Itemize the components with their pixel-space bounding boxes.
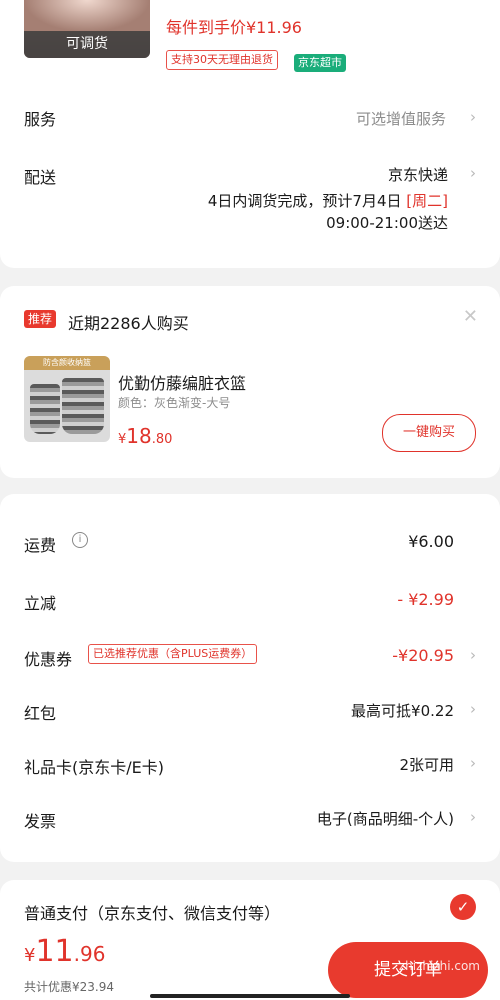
- recommend-title: 近期2286人购买: [68, 314, 189, 333]
- gift-card-value: 2张可用: [399, 756, 454, 774]
- red-packet-label: 红包: [24, 704, 57, 723]
- check-circle-icon[interactable]: ✓: [450, 894, 476, 920]
- shipping-fee-label: 运费: [24, 536, 57, 555]
- coupon-label: 优惠券: [24, 650, 73, 669]
- order-item-card: 可调货 每件到手价¥11.96 支持30天无理由退货 京东超市 服务 可选增值服…: [0, 0, 500, 268]
- recommend-product-image[interactable]: 防含颜收纳篮: [24, 356, 110, 442]
- recommendation-card: 推荐 近期2286人购买 ✕ 防含颜收纳篮 优勤仿藤编脏衣篮 颜色：灰色渐变-大…: [0, 286, 500, 478]
- shipping-fee-value: ¥6.00: [408, 532, 454, 551]
- delivery-carrier: 京东快递: [387, 166, 448, 184]
- image-caption: 防含颜收纳篮: [24, 356, 110, 370]
- chevron-right-icon: ›: [470, 108, 476, 126]
- delivery-eta: 4日内调货完成，预计7月4日 [周二]: [208, 190, 448, 211]
- submit-order-button[interactable]: 提交订单 zhizhizhi.com: [328, 942, 488, 998]
- chevron-right-icon: ›: [470, 164, 476, 182]
- chevron-right-icon: ›: [470, 808, 476, 826]
- unit-price: 每件到手价¥11.96: [166, 18, 302, 37]
- recommend-item-name[interactable]: 优勤仿藤编脏衣篮: [118, 370, 246, 394]
- discount-label: 立减: [24, 594, 57, 613]
- watermark: zhizhizhi.com: [398, 959, 480, 973]
- product-thumbnail[interactable]: 可调货: [24, 0, 150, 58]
- chevron-right-icon: ›: [470, 754, 476, 772]
- buy-now-button[interactable]: 一键购买: [382, 414, 476, 452]
- discount-value: - ¥2.99: [397, 590, 454, 609]
- delivery-eta-weekday: [周二]: [406, 192, 448, 210]
- recommend-price: ¥18.80: [118, 424, 173, 448]
- coupon-badge: 已选推荐优惠（含PLUS运费券）: [88, 644, 258, 664]
- delivery-label: 配送: [24, 168, 57, 187]
- recommend-tag: 推荐: [24, 310, 57, 328]
- delivery-eta-date: 4日内调货完成，预计7月4日: [207, 192, 402, 210]
- red-packet-value: 最高可抵¥0.22: [351, 702, 454, 720]
- total-saved: 共计优惠¥23.94: [24, 980, 114, 994]
- close-icon[interactable]: ✕: [463, 306, 478, 327]
- recommend-item-spec: 颜色：灰色渐变-大号: [118, 396, 231, 410]
- total-price: ¥11.96: [24, 934, 106, 969]
- coupon-value: -¥20.95: [392, 646, 454, 665]
- invoice-value: 电子(商品明细-个人): [316, 810, 454, 828]
- thumb-caption: 可调货: [24, 31, 150, 58]
- home-indicator: [150, 994, 350, 998]
- payment-method[interactable]: 普通支付（京东支付、微信支付等）: [24, 900, 280, 924]
- return-policy-badge: 支持30天无理由退货: [166, 50, 278, 70]
- invoice-label: 发票: [24, 812, 57, 831]
- service-label: 服务: [24, 110, 57, 129]
- gift-card-label: 礼品卡(京东卡/E卡): [24, 758, 164, 777]
- chevron-right-icon: ›: [470, 646, 476, 664]
- fees-card: 运费 i ¥6.00 立减 - ¥2.99 优惠券 已选推荐优惠（含PLUS运费…: [0, 494, 500, 862]
- chevron-right-icon: ›: [470, 700, 476, 718]
- store-badge: 京东超市: [294, 54, 346, 72]
- info-icon[interactable]: i: [72, 532, 88, 548]
- delivery-time: 09:00-21:00送达: [326, 214, 448, 232]
- service-value: 可选增值服务: [355, 110, 446, 128]
